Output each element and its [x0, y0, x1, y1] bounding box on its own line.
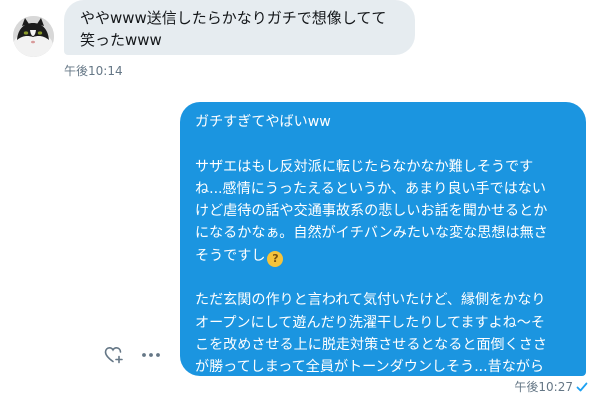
heart-plus-icon — [104, 346, 123, 364]
message-text-line: サザエはもし反対派に転じたらなかなか難しそうです — [195, 158, 534, 175]
avatar[interactable] — [13, 16, 54, 57]
message-text-line: が勝ってしまって全員がトーンダウンしそう...昔ながら — [195, 359, 545, 376]
cat-avatar-image — [13, 16, 54, 57]
message-text-line: オープンにして遊んだり洗濯干したりしてますよね〜そ — [195, 314, 545, 331]
message-text-line: 笑ったwww — [80, 31, 162, 49]
outgoing-message-bubble[interactable]: ガチすぎてやばいww サザエはもし反対派に転じたらなかなか難しそうです ね...… — [180, 102, 586, 398]
message-text-line: ただ玄関の作りと言われて気付いたけど、縁側をかなり — [195, 292, 546, 309]
message-text-line: ガチすぎてやばいww — [195, 114, 331, 130]
message-text-line: けど虐待の話や交通事故系の悲しいお話を聞かせるとか — [195, 203, 548, 220]
outgoing-status: 午後10:27 — [514, 379, 588, 395]
message-text-line: になるかなぁ。自然がイチバンみたいな変な思想は無さ — [195, 225, 548, 242]
add-reaction-button[interactable] — [103, 345, 125, 365]
dm-conversation: ややwww送信したらかなりガチで想像してて 笑ったwww 午後10:14 ガチす… — [0, 0, 596, 418]
thinking-face-icon: ? — [267, 250, 284, 267]
message-text-line: ね...感情にうったえるというか、あまり良い手ではない — [195, 180, 546, 197]
more-options-button[interactable] — [140, 345, 162, 365]
incoming-timestamp: 午後10:14 — [64, 64, 123, 78]
message-text: そうですし — [195, 247, 266, 264]
message-text-line: ややwww送信したらかなりガチで想像してて — [80, 9, 387, 27]
message-text-line-with-emoji: そうですし? — [195, 245, 572, 267]
message-text-line: こを改めさせる上に脱走対策させるとなると面倒くささ — [195, 336, 547, 353]
incoming-message-bubble[interactable]: ややwww送信したらかなりガチで想像してて 笑ったwww — [64, 0, 415, 55]
more-horizontal-icon — [142, 353, 160, 357]
outgoing-timestamp: 午後10:27 — [514, 380, 573, 394]
read-check-icon — [576, 382, 588, 392]
